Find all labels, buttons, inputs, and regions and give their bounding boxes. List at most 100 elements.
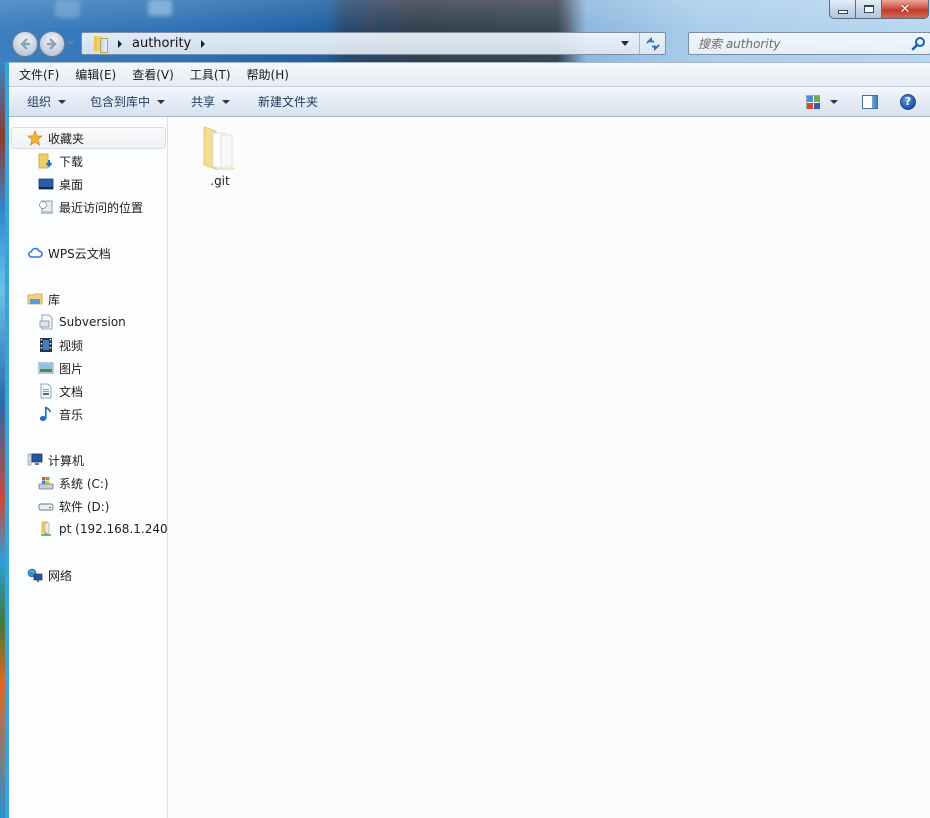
recent-pages-dropdown[interactable] bbox=[67, 41, 75, 45]
view-options-dropdown[interactable] bbox=[830, 99, 838, 104]
folder-icon bbox=[203, 126, 235, 170]
include-in-library-button[interactable]: 包含到库中 bbox=[84, 89, 171, 114]
menu-tools[interactable]: 工具(T) bbox=[185, 64, 236, 85]
close-button[interactable]: ✕ bbox=[882, 0, 929, 19]
view-icon-tile bbox=[807, 95, 813, 102]
folder-icon bbox=[94, 36, 108, 53]
minimize-icon bbox=[837, 9, 848, 14]
forward-button[interactable] bbox=[39, 31, 65, 57]
menu-edit[interactable]: 编辑(E) bbox=[70, 64, 121, 85]
chevron-down-icon bbox=[157, 99, 166, 104]
menu-bar: 文件(F) 编辑(E) 查看(V) 工具(T) 帮助(H) bbox=[9, 62, 930, 86]
nav-favorites[interactable]: 收藏夹 bbox=[11, 127, 166, 149]
nav-subversion-label: Subversion bbox=[59, 315, 126, 329]
minimize-button[interactable] bbox=[829, 0, 856, 19]
nav-music[interactable]: 音乐 bbox=[38, 404, 83, 424]
network-icon bbox=[27, 567, 43, 583]
command-bar: 组织 包含到库中 共享 新建文件夹 ? bbox=[9, 86, 930, 117]
recent-places-icon bbox=[38, 199, 54, 215]
nav-drive-c-label: 系统 (C:) bbox=[59, 476, 109, 491]
nav-wps-cloud-label: WPS云文档 bbox=[48, 246, 111, 261]
nav-libraries[interactable]: 库 bbox=[27, 289, 60, 309]
arrow-left-icon bbox=[20, 38, 30, 50]
nav-downloads-label: 下载 bbox=[59, 154, 84, 169]
nav-pictures-label: 图片 bbox=[59, 361, 84, 376]
organize-label: 组织 bbox=[27, 95, 52, 109]
desktop-icon bbox=[38, 176, 54, 192]
navigation-row: authority bbox=[10, 31, 930, 57]
search-input[interactable] bbox=[689, 36, 899, 51]
chevron-down-icon bbox=[222, 99, 231, 104]
nav-subversion[interactable]: Subversion bbox=[38, 312, 126, 332]
menu-view[interactable]: 查看(V) bbox=[127, 64, 179, 85]
nav-network-drive-pt[interactable]: pt (192.168.1.240 ( bbox=[38, 519, 176, 539]
change-view-button[interactable] bbox=[806, 94, 820, 109]
nav-desktop[interactable]: 桌面 bbox=[38, 174, 83, 194]
background-blur bbox=[148, 0, 172, 16]
star-icon bbox=[27, 130, 43, 146]
view-icon-tile bbox=[814, 95, 820, 102]
nav-computer[interactable]: 计算机 bbox=[27, 450, 84, 470]
nav-documents[interactable]: 文档 bbox=[38, 381, 83, 401]
nav-recent-places[interactable]: 最近访问的位置 bbox=[38, 197, 143, 217]
breadcrumb-separator[interactable] bbox=[118, 39, 122, 48]
refresh-button[interactable] bbox=[639, 33, 665, 54]
nav-videos[interactable]: 视频 bbox=[38, 335, 83, 355]
video-icon bbox=[38, 337, 54, 353]
nav-drive-d[interactable]: 软件 (D:) bbox=[38, 496, 109, 516]
nav-drive-c[interactable]: 系统 (C:) bbox=[38, 473, 109, 493]
nav-libraries-label: 库 bbox=[48, 292, 61, 307]
file-item-git-folder[interactable]: .git bbox=[194, 123, 246, 188]
new-folder-button[interactable]: 新建文件夹 bbox=[252, 89, 324, 114]
nav-wps-cloud[interactable]: WPS云文档 bbox=[27, 243, 111, 263]
nav-network[interactable]: 网络 bbox=[27, 565, 72, 585]
command-bar-right: ? bbox=[806, 87, 930, 116]
nav-network-label: 网络 bbox=[48, 568, 73, 583]
nav-favorites-label: 收藏夹 bbox=[48, 131, 85, 146]
drive-icon bbox=[38, 498, 54, 514]
view-icon-tile bbox=[814, 102, 820, 109]
system-drive-icon bbox=[38, 475, 54, 491]
nav-recent-places-label: 最近访问的位置 bbox=[59, 200, 144, 215]
back-button[interactable] bbox=[12, 31, 38, 57]
downloads-icon bbox=[38, 153, 54, 169]
include-in-library-label: 包含到库中 bbox=[90, 95, 151, 109]
nav-drive-d-label: 软件 (D:) bbox=[59, 499, 110, 514]
music-icon bbox=[38, 406, 54, 422]
help-button[interactable]: ? bbox=[900, 93, 916, 110]
file-name: .git bbox=[210, 174, 230, 188]
menu-file[interactable]: 文件(F) bbox=[14, 64, 64, 85]
refresh-icon bbox=[645, 36, 660, 51]
address-dropdown-button[interactable] bbox=[619, 33, 631, 54]
nav-documents-label: 文档 bbox=[59, 384, 84, 399]
nav-pictures[interactable]: 图片 bbox=[38, 358, 83, 378]
search-box[interactable] bbox=[688, 32, 930, 55]
nav-desktop-label: 桌面 bbox=[59, 177, 84, 192]
address-bar[interactable]: authority bbox=[81, 32, 666, 55]
navigation-pane: 收藏夹 下载 桌面 最近访问的位置 WPS云文档 库 Subversion 视频… bbox=[9, 117, 176, 818]
chevron-down-icon bbox=[58, 99, 67, 104]
library-icon bbox=[27, 291, 43, 307]
share-button[interactable]: 共享 bbox=[185, 89, 236, 114]
window-caption-buttons: ✕ bbox=[829, 0, 929, 19]
file-list-area[interactable]: .git bbox=[168, 117, 930, 818]
view-icon-tile bbox=[807, 102, 813, 109]
menu-help[interactable]: 帮助(H) bbox=[242, 64, 294, 85]
nav-downloads[interactable]: 下载 bbox=[38, 151, 83, 171]
search-icon[interactable] bbox=[911, 36, 926, 51]
computer-icon bbox=[27, 452, 43, 468]
network-drive-icon bbox=[38, 521, 54, 537]
preview-pane-button[interactable] bbox=[862, 94, 878, 109]
cloud-icon bbox=[27, 245, 43, 261]
breadcrumb-separator[interactable] bbox=[201, 39, 206, 48]
maximize-button[interactable] bbox=[856, 0, 882, 19]
breadcrumb-authority[interactable]: authority bbox=[132, 36, 191, 51]
documents-icon bbox=[38, 383, 54, 399]
new-folder-label: 新建文件夹 bbox=[258, 95, 319, 109]
maximize-icon bbox=[863, 5, 874, 13]
pictures-icon bbox=[38, 360, 54, 376]
document-library-icon bbox=[38, 314, 54, 330]
close-icon: ✕ bbox=[899, 1, 911, 17]
organize-button[interactable]: 组织 bbox=[21, 89, 72, 114]
nav-videos-label: 视频 bbox=[59, 338, 84, 353]
